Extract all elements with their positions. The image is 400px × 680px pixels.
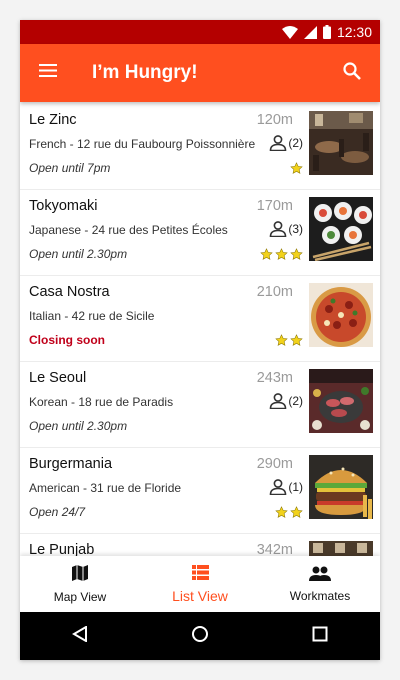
restaurant-row[interactable]: Tokyomaki 170m Japanese - 24 rue des Pet… (20, 190, 380, 276)
people-icon (309, 566, 331, 584)
workmates-count: (2) (269, 393, 303, 409)
star-icon (275, 334, 288, 346)
wifi-icon (281, 25, 298, 39)
tab-workmates[interactable]: Workmates (260, 556, 380, 612)
restaurant-row[interactable]: Le Seoul 243m Korean - 18 rue de Paradis… (20, 362, 380, 448)
recents-icon[interactable] (312, 626, 328, 647)
restaurant-address: Korean - 18 rue de Paradis (29, 395, 174, 409)
rating-stars (275, 334, 303, 347)
system-navigation-bar (20, 612, 380, 660)
restaurant-photo (309, 283, 373, 347)
restaurant-hours: Open until 2.30pm (29, 247, 128, 261)
restaurant-address: Italian - 42 rue de Sicile (29, 309, 155, 323)
workmates-count: (1) (269, 479, 303, 495)
restaurant-hours: Open until 7pm (29, 161, 111, 175)
restaurant-list[interactable]: Le Zinc 120m French - 12 rue du Faubourg… (20, 104, 380, 556)
star-icon (290, 248, 303, 260)
restaurant-address: American - 31 rue de Floride (29, 481, 182, 495)
list-icon (191, 564, 209, 583)
restaurant-distance: 210m (256, 284, 293, 300)
signal-icon (303, 25, 317, 39)
workmates-count: (3) (269, 221, 303, 237)
restaurant-name: Le Seoul (29, 370, 87, 386)
restaurant-name: Burgermania (29, 456, 113, 472)
page-title: I’m Hungry! (92, 62, 198, 83)
person-icon (270, 393, 287, 409)
menu-button[interactable] (20, 44, 76, 102)
rating-stars (290, 162, 303, 175)
workmates-value: (1) (288, 480, 303, 494)
star-icon (290, 162, 303, 174)
status-bar: 12:30 (20, 20, 380, 44)
person-icon (270, 479, 287, 495)
restaurant-name: Le Punjab (29, 542, 95, 556)
restaurant-name: Casa Nostra (29, 284, 110, 300)
restaurant-hours: Closing soon (29, 333, 105, 347)
restaurant-distance: 120m (256, 112, 293, 128)
restaurant-photo (309, 455, 373, 519)
battery-icon (322, 25, 331, 39)
rating-stars (275, 506, 303, 519)
restaurant-name: Tokyomaki (29, 198, 98, 214)
restaurant-address: French - 12 rue du Faubourg Poissonnière (29, 137, 256, 151)
restaurant-photo (309, 369, 373, 433)
star-icon (275, 248, 288, 260)
tab-label: Workmates (289, 588, 351, 603)
restaurant-row[interactable]: Le Punjab 342m (20, 534, 380, 556)
bottom-navigation: Map View List View Workmates (20, 556, 380, 612)
restaurant-distance: 243m (256, 370, 293, 386)
phone-screen: 12:30 I’m Hungry! Le Zinc 120m French - … (20, 20, 380, 660)
tab-label: List View (172, 587, 228, 604)
star-icon (290, 334, 303, 346)
restaurant-name: Le Zinc (29, 112, 77, 128)
search-button[interactable] (324, 44, 380, 102)
search-icon (343, 61, 361, 85)
back-icon[interactable] (71, 624, 88, 647)
person-icon (270, 221, 287, 237)
restaurant-photo (309, 111, 373, 175)
star-icon (275, 506, 288, 518)
restaurant-row[interactable]: Casa Nostra 210m Italian - 42 rue de Sic… (20, 276, 380, 362)
restaurant-photo (309, 541, 373, 556)
restaurant-hours: Open 24/7 (29, 505, 86, 519)
restaurant-row[interactable]: Burgermania 290m American - 31 rue de Fl… (20, 448, 380, 534)
workmates-value: (2) (288, 136, 303, 150)
home-icon[interactable] (191, 625, 209, 648)
restaurant-row[interactable]: Le Zinc 120m French - 12 rue du Faubourg… (20, 104, 380, 190)
person-icon (270, 135, 287, 151)
workmates-count: (2) (269, 135, 303, 151)
tab-label: Map View (53, 590, 107, 604)
restaurant-photo (309, 197, 373, 261)
restaurant-distance: 290m (256, 456, 293, 472)
tab-list-view[interactable]: List View (140, 556, 260, 612)
restaurant-distance: 170m (256, 198, 293, 214)
workmates-value: (2) (288, 394, 303, 408)
workmates-value: (3) (288, 222, 303, 236)
rating-stars (260, 248, 303, 261)
tab-map-view[interactable]: Map View (20, 556, 140, 612)
status-time: 12:30 (336, 24, 372, 40)
map-icon (71, 564, 89, 585)
hamburger-icon (39, 64, 57, 82)
star-icon (260, 248, 273, 260)
restaurant-distance: 342m (256, 542, 293, 556)
star-icon (290, 506, 303, 518)
app-bar: I’m Hungry! (20, 44, 380, 102)
restaurant-hours: Open until 2.30pm (29, 419, 128, 433)
restaurant-address: Japanese - 24 rue des Petites Écoles (29, 223, 228, 237)
